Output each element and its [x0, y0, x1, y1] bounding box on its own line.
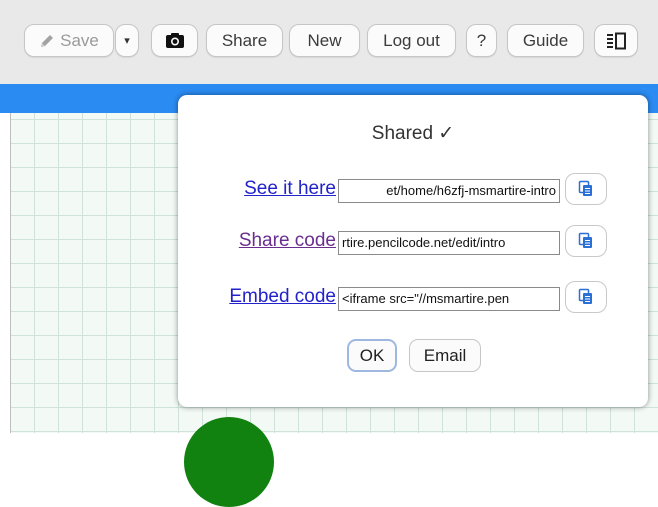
camera-icon	[165, 32, 185, 49]
help-button[interactable]: ?	[466, 24, 497, 57]
ok-button[interactable]: OK	[347, 339, 397, 372]
share-button[interactable]: Share	[206, 24, 283, 57]
layout-toggle-icon	[605, 32, 627, 50]
clipboard-copy-icon	[578, 288, 594, 306]
share-label: Share	[221, 30, 268, 50]
guide-button[interactable]: Guide	[507, 24, 584, 57]
help-label: ?	[476, 30, 487, 50]
see-it-here-row: See it here et/home/h6zfj-msmartire-intr…	[178, 173, 648, 207]
share-dialog: Shared ✓ See it here et/home/h6zfj-msmar…	[178, 95, 648, 407]
share-code-row: Share code rtire.pencilcode.net/edit/int…	[178, 225, 648, 259]
copy-embed-code-button[interactable]	[565, 281, 607, 313]
layout-toggle-button[interactable]	[594, 24, 638, 57]
email-button[interactable]: Email	[409, 339, 481, 372]
copy-see-it-here-button[interactable]	[565, 173, 607, 205]
save-button[interactable]: Save	[24, 24, 114, 57]
clipboard-copy-icon	[578, 232, 594, 250]
see-it-here-url-field[interactable]: et/home/h6zfj-msmartire-intro	[338, 179, 560, 203]
embed-code-field[interactable]: <iframe src="//msmartire.pen	[338, 287, 560, 311]
see-it-here-link[interactable]: See it here	[244, 178, 336, 200]
dialog-title: Shared ✓	[371, 123, 455, 144]
copy-share-code-button[interactable]	[565, 225, 607, 257]
guide-label: Guide	[522, 30, 569, 50]
share-code-url-field[interactable]: rtire.pencilcode.net/edit/intro	[338, 231, 560, 255]
screenshot-button[interactable]	[151, 24, 198, 57]
embed-code-row: Embed code <iframe src="//msmartire.pen	[178, 281, 648, 315]
save-label: Save	[60, 30, 99, 50]
pencil-icon	[39, 33, 55, 49]
clipboard-copy-icon	[578, 180, 594, 198]
logout-button[interactable]: Log out	[367, 24, 456, 57]
new-button[interactable]: New	[289, 24, 360, 57]
share-code-link[interactable]: Share code	[239, 230, 336, 252]
editor-edge	[0, 113, 11, 433]
turtle-shape	[184, 417, 274, 507]
chevron-down-icon: ▾	[124, 35, 130, 47]
logout-label: Log out	[383, 30, 440, 50]
new-label: New	[307, 30, 342, 50]
toolbar: Save ▾ Share New Log out ? Guide	[0, 0, 658, 84]
save-dropdown-button[interactable]: ▾	[115, 24, 139, 57]
embed-code-link[interactable]: Embed code	[229, 286, 336, 308]
